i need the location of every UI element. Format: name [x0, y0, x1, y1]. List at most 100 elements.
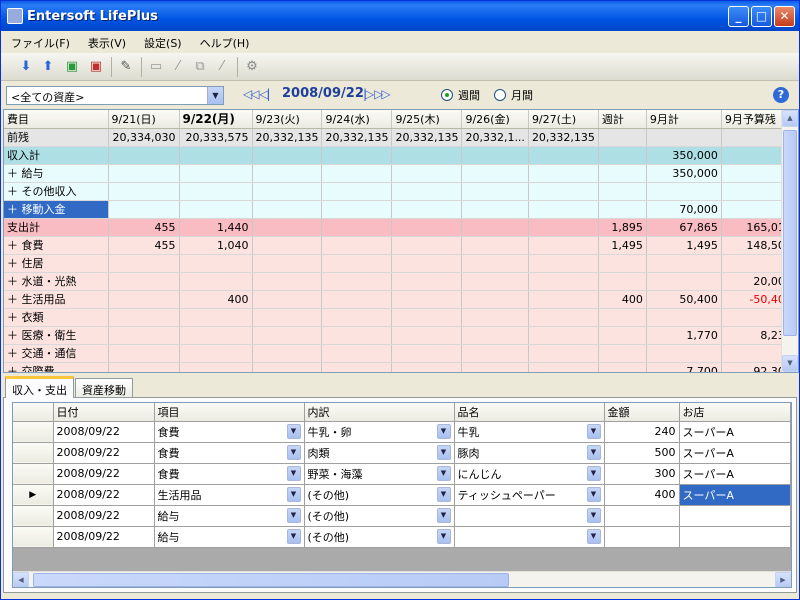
summary-cell[interactable]: [528, 146, 599, 165]
summary-row[interactable]: ＋ 医療・衛生 1,770 8,230: [4, 326, 796, 345]
summary-cell[interactable]: [528, 254, 599, 273]
detail-name-combo[interactable]: ▼: [454, 505, 605, 527]
summary-cell[interactable]: [179, 146, 253, 165]
chevron-down-icon[interactable]: ▼: [436, 466, 451, 481]
row-header[interactable]: [13, 526, 54, 548]
summary-row-label[interactable]: ＋ 交通・通信: [4, 344, 109, 363]
summary-cell[interactable]: [321, 236, 393, 255]
detail-amount-cell[interactable]: [604, 526, 680, 548]
detail-amount-cell[interactable]: 400: [604, 484, 680, 506]
summary-cell[interactable]: [391, 236, 463, 255]
summary-cell[interactable]: [252, 290, 323, 309]
summary-row-label[interactable]: ＋ その他収入: [4, 182, 109, 201]
summary-header[interactable]: 9/21(日): [108, 110, 180, 129]
summary-cell[interactable]: [391, 218, 463, 237]
detail-item-combo[interactable]: 給与 ▼: [154, 526, 305, 548]
detail-header-date[interactable]: 日付: [53, 403, 155, 422]
summary-row-label[interactable]: ＋ 移動入金: [4, 200, 109, 219]
detail-shop-cell[interactable]: スーパーA: [679, 463, 791, 485]
summary-cell[interactable]: [391, 146, 463, 165]
summary-vertical-scrollbar[interactable]: ▲ ▼: [781, 110, 798, 372]
chevron-down-icon[interactable]: ▼: [586, 508, 601, 523]
summary-cell[interactable]: [179, 200, 253, 219]
detail-date-cell[interactable]: 2008/09/22: [53, 505, 155, 527]
detail-shop-cell[interactable]: スーパーA: [679, 442, 791, 464]
summary-cell[interactable]: [598, 326, 647, 345]
summary-cell[interactable]: [391, 290, 463, 309]
summary-cell[interactable]: [461, 344, 529, 363]
detail-row[interactable]: 2008/09/22 給与 ▼ (その他) ▼ ▼: [13, 526, 791, 548]
maximize-button[interactable]: □: [751, 6, 772, 27]
summary-cell[interactable]: [461, 218, 529, 237]
summary-cell[interactable]: [646, 272, 722, 291]
chevron-down-icon[interactable]: ▼: [436, 508, 451, 523]
detail-sub-combo[interactable]: (その他) ▼: [304, 484, 455, 506]
summary-header[interactable]: 9/23(火): [252, 110, 323, 129]
summary-cell[interactable]: [391, 200, 463, 219]
summary-cell[interactable]: [461, 290, 529, 309]
summary-cell[interactable]: [598, 164, 647, 183]
pen-icon[interactable]: ⁄: [169, 58, 187, 76]
summary-cell[interactable]: [461, 326, 529, 345]
summary-header[interactable]: 9/24(水): [321, 110, 393, 129]
summary-cell[interactable]: [108, 254, 180, 273]
summary-cell[interactable]: [108, 146, 180, 165]
summary-cell[interactable]: [321, 218, 393, 237]
scroll-thumb[interactable]: [783, 130, 797, 336]
row-header[interactable]: [13, 505, 54, 527]
chevron-down-icon[interactable]: ▼: [286, 487, 301, 502]
menu-help[interactable]: ヘルプ(H): [190, 31, 258, 51]
prev-arrows-icon[interactable]: ◁◁ ◁|: [243, 87, 271, 101]
summary-cell[interactable]: [528, 236, 599, 255]
summary-row-label[interactable]: ＋ 生活用品: [4, 290, 109, 309]
import-down-icon[interactable]: ⬇: [17, 58, 35, 76]
summary-cell[interactable]: [598, 344, 647, 363]
summary-cell[interactable]: [528, 344, 599, 363]
row-header[interactable]: ▶: [13, 484, 54, 506]
summary-cell[interactable]: 1,040: [179, 236, 253, 255]
summary-row[interactable]: ＋ 給与 350,000: [4, 164, 796, 183]
summary-cell[interactable]: [252, 164, 323, 183]
summary-row[interactable]: ＋ その他収入: [4, 182, 796, 201]
month-radio[interactable]: 月間: [494, 87, 533, 103]
summary-cell[interactable]: [461, 254, 529, 273]
chevron-down-icon[interactable]: ▼: [436, 487, 451, 502]
summary-row[interactable]: ＋ 交通・通信: [4, 344, 796, 363]
summary-row[interactable]: 支出計 455 1,440 1,895 67,865 165,015: [4, 218, 796, 237]
summary-cell[interactable]: [646, 344, 722, 363]
eraser-icon[interactable]: ⁄: [213, 58, 231, 76]
detail-header-amount[interactable]: 金額: [604, 403, 680, 422]
detail-horizontal-scrollbar[interactable]: ◀ ▶: [13, 571, 791, 587]
detail-row[interactable]: 2008/09/22 給与 ▼ (その他) ▼ ▼: [13, 505, 791, 527]
detail-header-shop[interactable]: お店: [679, 403, 791, 422]
chevron-down-icon[interactable]: ▼: [207, 87, 223, 104]
detail-header-name[interactable]: 品名: [454, 403, 605, 422]
scroll-right-icon[interactable]: ▶: [775, 572, 791, 587]
summary-cell[interactable]: 20,332,135: [528, 128, 599, 147]
summary-cell[interactable]: 20,334,030: [108, 128, 180, 147]
summary-cell[interactable]: [391, 272, 463, 291]
summary-row-label[interactable]: ＋ 給与: [4, 164, 109, 183]
summary-cell[interactable]: [321, 362, 393, 372]
summary-cell[interactable]: 350,000: [646, 146, 722, 165]
summary-cell[interactable]: [252, 254, 323, 273]
summary-cell[interactable]: [461, 182, 529, 201]
chevron-down-icon[interactable]: ▼: [586, 466, 601, 481]
summary-row-label[interactable]: 収入計: [4, 146, 109, 165]
summary-cell[interactable]: [598, 254, 647, 273]
detail-sub-combo[interactable]: 野菜・海藻 ▼: [304, 463, 455, 485]
summary-cell[interactable]: 7,700: [646, 362, 722, 372]
summary-cell[interactable]: [646, 254, 722, 273]
summary-cell[interactable]: [321, 344, 393, 363]
detail-header-sub[interactable]: 内訳: [304, 403, 455, 422]
chevron-down-icon[interactable]: ▼: [286, 529, 301, 544]
summary-row[interactable]: ＋ 食費 455 1,040 1,495 1,495 148,505: [4, 236, 796, 255]
summary-cell[interactable]: 455: [108, 236, 180, 255]
summary-cell[interactable]: 400: [179, 290, 253, 309]
summary-cell[interactable]: 50,400: [646, 290, 722, 309]
summary-cell[interactable]: [108, 308, 180, 327]
summary-row[interactable]: 前残 20,334,030 20,333,575 20,332,135 20,332,1…: [4, 128, 796, 147]
summary-cell[interactable]: [461, 308, 529, 327]
summary-cell[interactable]: 20,332,135: [391, 128, 463, 147]
summary-cell[interactable]: [598, 146, 647, 165]
